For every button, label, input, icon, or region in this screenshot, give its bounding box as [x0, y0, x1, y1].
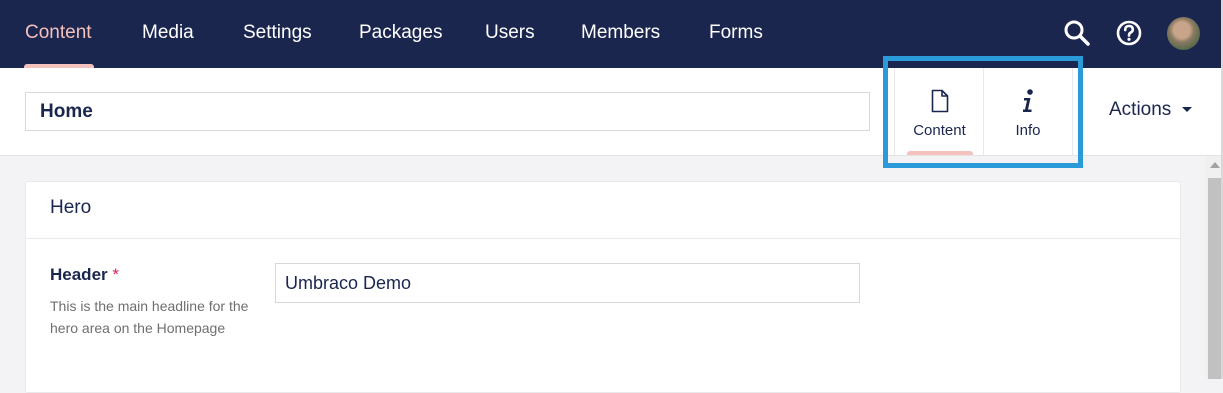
property-label-text: Header — [50, 265, 108, 284]
nav-item-members[interactable]: Members — [581, 0, 660, 68]
group-title: Hero — [50, 197, 92, 218]
editor-header: Home Content Info Actions — [0, 68, 1223, 156]
tab-content-label: Content — [913, 122, 966, 139]
property-description: This is the main headline for the hero a… — [50, 298, 249, 336]
nav-item-packages[interactable]: Packages — [359, 0, 442, 68]
nav-item-forms[interactable]: Forms — [709, 0, 763, 68]
required-marker: * — [112, 265, 119, 284]
document-icon — [931, 89, 949, 118]
info-icon — [1018, 88, 1038, 119]
caret-down-icon — [1181, 107, 1192, 113]
nav-item-users[interactable]: Users — [485, 0, 535, 68]
group-divider — [26, 238, 1180, 239]
property-group-panel: Hero Header * This is the main headline … — [25, 181, 1181, 393]
tab-info[interactable]: Info — [983, 68, 1073, 155]
tab-active-indicator — [907, 151, 973, 155]
top-navigation-bar: Content Media Settings Packages Users Me… — [0, 0, 1223, 68]
actions-menu-button[interactable]: Actions — [1109, 99, 1192, 121]
nav-item-media[interactable]: Media — [142, 0, 194, 68]
scroll-up-arrow-icon[interactable] — [1210, 162, 1220, 168]
tab-content[interactable]: Content — [894, 68, 984, 155]
scroll-thumb[interactable] — [1208, 178, 1221, 379]
actions-label: Actions — [1109, 99, 1172, 120]
content-name-input[interactable]: Home — [25, 92, 870, 131]
search-icon[interactable] — [1062, 18, 1092, 48]
property-label: Header * — [50, 265, 119, 285]
header-text-input[interactable]: Umbraco Demo — [275, 263, 860, 303]
nav-item-content[interactable]: Content — [25, 0, 92, 68]
tab-info-label: Info — [1015, 122, 1041, 139]
help-icon[interactable] — [1114, 18, 1144, 48]
user-avatar[interactable] — [1167, 17, 1200, 50]
nav-item-settings[interactable]: Settings — [243, 0, 312, 68]
